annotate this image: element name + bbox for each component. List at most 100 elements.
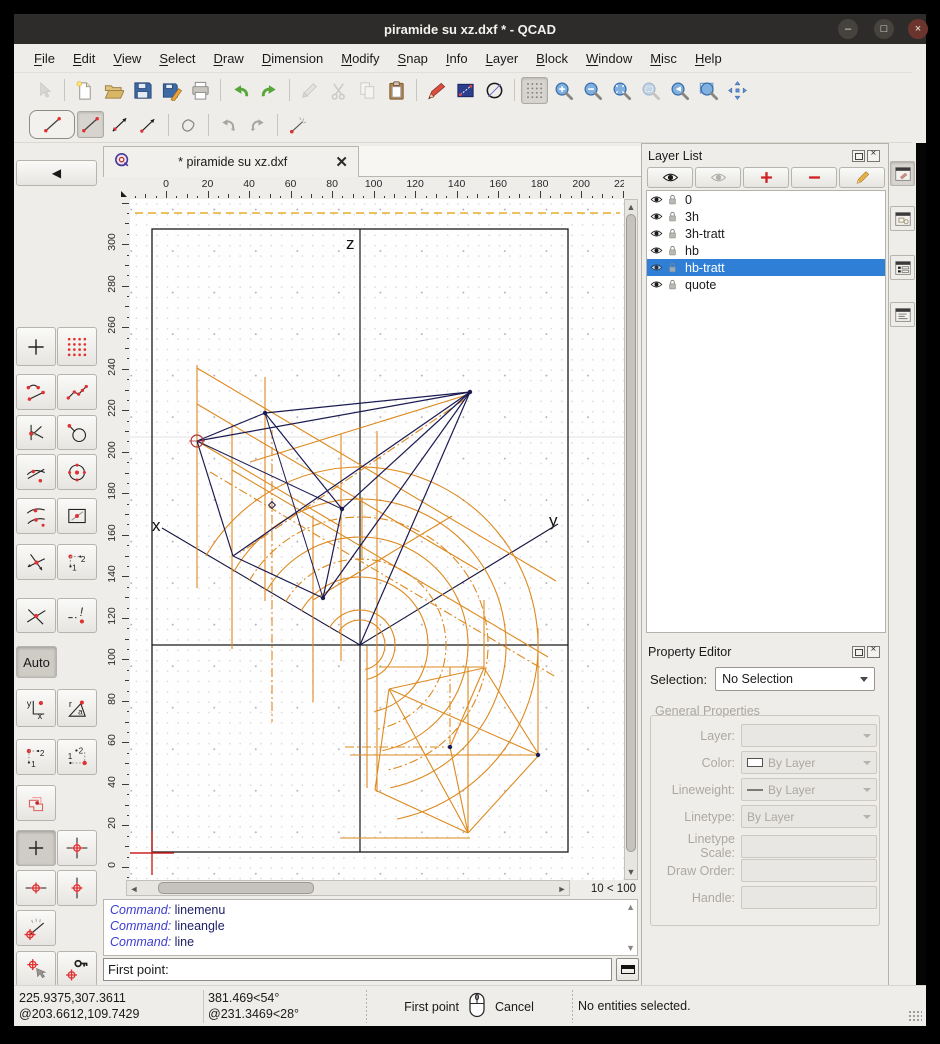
selection-box-button[interactable] xyxy=(452,77,479,104)
zoom-in-button[interactable] xyxy=(550,77,577,104)
document-tab[interactable]: * piramide su xz.dxf ✕ xyxy=(103,146,359,177)
show-all-layers-button[interactable] xyxy=(647,167,693,188)
snap-distance-1-2-button[interactable]: 21 xyxy=(16,739,56,775)
revert-back-button[interactable] xyxy=(215,111,242,138)
zoom-window-button[interactable] xyxy=(695,77,722,104)
snap-point-on-circle-button[interactable] xyxy=(57,415,97,450)
redo-button[interactable] xyxy=(256,77,283,104)
hide-all-layers-button[interactable] xyxy=(695,167,741,188)
layer-visibility-eye-icon[interactable] xyxy=(650,227,663,240)
grid-toggle-button[interactable] xyxy=(521,77,548,104)
snap-center-button[interactable] xyxy=(57,454,97,490)
lock-relative-zero-button[interactable] xyxy=(57,951,97,987)
menu-view[interactable]: View xyxy=(104,47,150,70)
layer-visibility-eye-icon[interactable] xyxy=(650,210,663,223)
drawing-canvas[interactable]: xyz xyxy=(130,199,624,880)
snap-coordinate-polar-button[interactable]: ra xyxy=(57,689,97,727)
menu-dimension[interactable]: Dimension xyxy=(253,47,332,70)
layer-lock-icon[interactable] xyxy=(666,278,679,291)
snap-grid-points-button[interactable] xyxy=(57,327,97,366)
restrict-none-button[interactable] xyxy=(16,830,56,866)
undo-button[interactable] xyxy=(227,77,254,104)
close-button[interactable]: × xyxy=(908,19,928,39)
layer-row-3h-tratt[interactable]: 3h-tratt xyxy=(647,225,885,242)
back-button[interactable]: ◀ xyxy=(16,160,97,186)
resize-grip[interactable] xyxy=(908,1010,922,1022)
float-panel-icon[interactable] xyxy=(852,150,865,162)
line-2points-button[interactable] xyxy=(29,110,75,139)
snap-distance-point-button[interactable]: 21 xyxy=(57,544,97,580)
property-editor-dock-button[interactable] xyxy=(890,161,915,186)
line-2points-button[interactable] xyxy=(77,111,104,138)
menu-file[interactable]: File xyxy=(25,47,64,70)
layer-row-quote[interactable]: quote xyxy=(647,276,885,293)
zoom-out-button[interactable] xyxy=(579,77,606,104)
layer-lock-icon[interactable] xyxy=(666,227,679,240)
snap-auto-button[interactable]: Auto xyxy=(16,646,57,678)
layer-lock-icon[interactable] xyxy=(666,193,679,206)
snap-free-button[interactable] xyxy=(16,327,56,366)
titlebar[interactable]: piramide su xz.dxf * - QCAD – □ × xyxy=(14,14,926,44)
pan-button[interactable] xyxy=(724,77,751,104)
add-layer-button[interactable] xyxy=(743,167,789,188)
layer-visibility-eye-icon[interactable] xyxy=(650,261,663,274)
snap-angle-rays-button[interactable] xyxy=(16,910,56,946)
ellipse-slash-button[interactable] xyxy=(481,77,508,104)
snap-tangent-button[interactable] xyxy=(16,454,56,490)
menu-help[interactable]: Help xyxy=(686,47,731,70)
snap-intersection-button[interactable] xyxy=(16,598,56,633)
layer-visibility-eye-icon[interactable] xyxy=(650,193,663,206)
block-list-dock-button[interactable] xyxy=(890,206,915,231)
snap-points-on-entity-button[interactable] xyxy=(57,374,97,410)
set-relative-zero-button[interactable] xyxy=(16,951,56,987)
construction-ray-button[interactable] xyxy=(284,111,311,138)
selection-combobox[interactable]: No Selection xyxy=(715,667,875,691)
command-line-dock-button[interactable] xyxy=(890,302,915,327)
revert-forward-button[interactable] xyxy=(244,111,271,138)
menu-modify[interactable]: Modify xyxy=(332,47,388,70)
print-button[interactable] xyxy=(187,77,214,104)
layer-lock-icon[interactable] xyxy=(666,244,679,257)
line-angle-button[interactable] xyxy=(106,111,133,138)
zoom-auto-button[interactable] xyxy=(608,77,635,104)
snap-distance-2-1-button[interactable]: 21 xyxy=(57,739,97,775)
scroll-down-icon[interactable]: ▼ xyxy=(626,943,635,953)
layer-row-0[interactable]: 0 xyxy=(647,191,885,208)
scroll-up-icon[interactable]: ▲ xyxy=(626,902,635,912)
layer-visibility-eye-icon[interactable] xyxy=(650,244,663,257)
save-file-button[interactable] xyxy=(129,77,156,104)
paste-button[interactable] xyxy=(383,77,410,104)
menu-draw[interactable]: Draw xyxy=(204,47,252,70)
remove-layer-button[interactable] xyxy=(791,167,837,188)
zoom-previous-button[interactable] xyxy=(666,77,693,104)
menu-edit[interactable]: Edit xyxy=(64,47,104,70)
snap-intersection-auto-button[interactable] xyxy=(16,544,56,580)
snap-restrict-shape-button[interactable] xyxy=(16,785,56,821)
save-as-button[interactable] xyxy=(158,77,185,104)
restrict-vertical-button[interactable] xyxy=(57,870,97,906)
layer-list-dock-button[interactable] xyxy=(890,255,915,280)
layer-lock-icon[interactable] xyxy=(666,261,679,274)
snap-reference-button[interactable] xyxy=(57,498,97,534)
command-history[interactable]: ▲ ▼ Command: linemenuCommand: lineangleC… xyxy=(103,899,638,956)
layer-row-hb[interactable]: hb xyxy=(647,242,885,259)
layer-lock-icon[interactable] xyxy=(666,210,679,223)
menu-misc[interactable]: Misc xyxy=(641,47,686,70)
menu-layer[interactable]: Layer xyxy=(477,47,528,70)
layer-visibility-eye-icon[interactable] xyxy=(650,278,663,291)
red-pencil-button[interactable] xyxy=(423,77,450,104)
snap-coordinate-xy-button[interactable]: yx xyxy=(16,689,56,727)
menu-info[interactable]: Info xyxy=(437,47,477,70)
close-panel-icon[interactable] xyxy=(867,150,880,162)
menu-block[interactable]: Block xyxy=(527,47,577,70)
freehand-button[interactable] xyxy=(175,111,202,138)
restrict-orthogonal-button[interactable] xyxy=(57,830,97,866)
line-single-arrow-button[interactable] xyxy=(135,111,162,138)
new-file-button[interactable] xyxy=(71,77,98,104)
layer-row-hb-tratt[interactable]: hb-tratt xyxy=(647,259,885,276)
maximize-button[interactable]: □ xyxy=(874,19,894,39)
snap-endpoints-button[interactable] xyxy=(16,374,56,410)
minimize-button[interactable]: – xyxy=(838,19,858,39)
command-input[interactable] xyxy=(169,962,611,977)
edit-layer-button[interactable] xyxy=(839,167,885,188)
